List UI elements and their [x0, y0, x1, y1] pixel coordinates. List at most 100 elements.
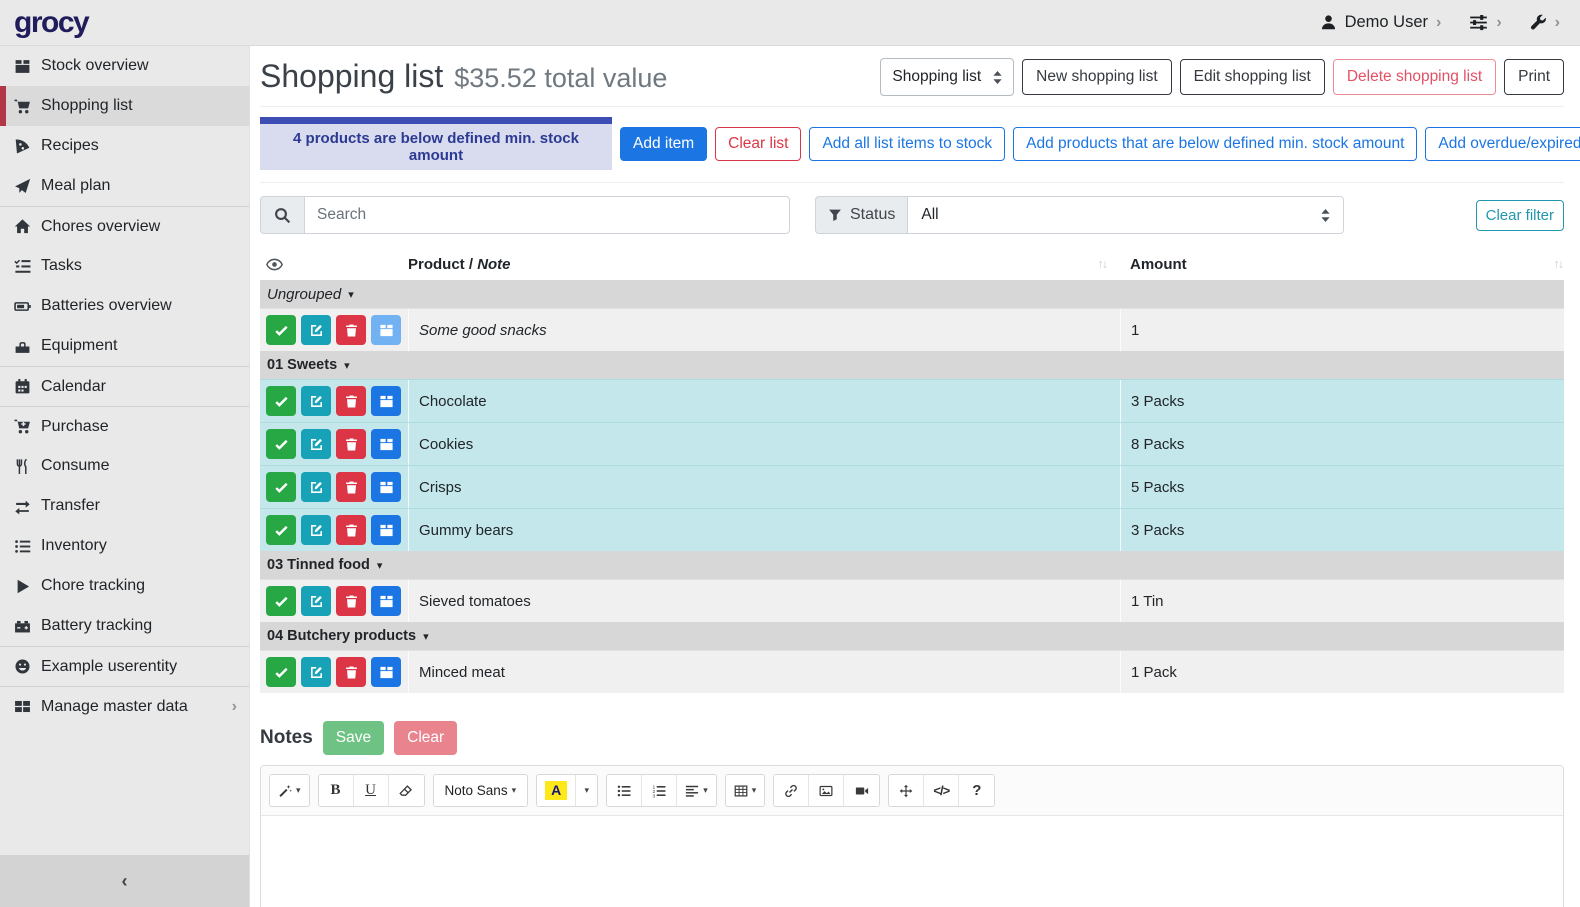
- delete-item-button[interactable]: [336, 472, 366, 502]
- add-below-min-stock-button[interactable]: Add products that are below defined min.…: [1013, 127, 1417, 161]
- sidebar-item-purchase[interactable]: Purchase: [0, 406, 249, 446]
- bold-button[interactable]: B: [319, 775, 354, 806]
- delete-item-button[interactable]: [336, 386, 366, 416]
- mark-done-button[interactable]: [266, 657, 296, 687]
- edit-item-button[interactable]: [301, 586, 331, 616]
- sidebar-item-label: Transfer: [41, 497, 100, 515]
- add-overdue-expired-button[interactable]: Add overdue/expired products: [1425, 127, 1580, 161]
- group-header-butchery-products[interactable]: 04 Butchery products ▾: [260, 622, 1564, 650]
- add-to-stock-button[interactable]: [371, 386, 401, 416]
- color-dropdown-button[interactable]: ▾: [576, 775, 597, 806]
- ordered-list-button[interactable]: [642, 775, 677, 806]
- sidebar-item-tasks[interactable]: Tasks: [0, 246, 249, 286]
- sidebar-collapse-button[interactable]: ‹: [0, 855, 249, 907]
- sidebar-item-battery-tracking[interactable]: Battery tracking: [0, 606, 249, 646]
- add-to-stock-button[interactable]: [371, 515, 401, 545]
- visibility-column-header[interactable]: [260, 256, 408, 273]
- sidebar-item-transfer[interactable]: Transfer: [0, 486, 249, 526]
- sidebar-item-chore-tracking[interactable]: Chore tracking: [0, 566, 249, 606]
- mark-done-button[interactable]: [266, 315, 296, 345]
- edit-shopping-list-button[interactable]: Edit shopping list: [1180, 59, 1325, 95]
- edit-item-button[interactable]: [301, 657, 331, 687]
- shopping-list-selector[interactable]: Shopping list: [880, 58, 1014, 96]
- delete-item-button[interactable]: [336, 586, 366, 616]
- caret-down-icon: ▾: [377, 559, 383, 572]
- mark-done-button[interactable]: [266, 586, 296, 616]
- search-icon-box: [260, 196, 304, 234]
- trash-icon: [344, 323, 359, 338]
- add-all-to-stock-button[interactable]: Add all list items to stock: [809, 127, 1005, 161]
- mark-done-button[interactable]: [266, 515, 296, 545]
- admin-menu[interactable]: ›: [1530, 14, 1560, 31]
- sidebar-item-chores-overview[interactable]: Chores overview: [0, 206, 249, 246]
- edit-icon: [309, 323, 324, 338]
- sidebar-item-shopping-list[interactable]: Shopping list: [0, 86, 249, 126]
- new-shopping-list-button[interactable]: New shopping list: [1022, 59, 1171, 95]
- sidebar-item-inventory[interactable]: Inventory: [0, 526, 249, 566]
- add-to-stock-button[interactable]: [371, 586, 401, 616]
- notes-editing-area[interactable]: [261, 816, 1563, 907]
- delete-item-button[interactable]: [336, 515, 366, 545]
- delete-item-button[interactable]: [336, 315, 366, 345]
- sidebar-item-batteries-overview[interactable]: Batteries overview: [0, 286, 249, 326]
- sidebar-item-consume[interactable]: Consume: [0, 446, 249, 486]
- delete-item-button[interactable]: [336, 657, 366, 687]
- notes-save-button[interactable]: Save: [323, 721, 384, 755]
- sidebar-item-equipment[interactable]: Equipment: [0, 326, 249, 366]
- add-to-stock-button[interactable]: [371, 315, 401, 345]
- mark-done-button[interactable]: [266, 429, 296, 459]
- chevron-right-icon: ›: [1496, 15, 1501, 31]
- user-menu[interactable]: Demo User ›: [1320, 13, 1442, 32]
- amount-value: 1 Tin: [1131, 593, 1164, 610]
- group-header-sweets[interactable]: 01 Sweets ▾: [260, 351, 1564, 379]
- product-column-header[interactable]: Product / Note ↑↓: [408, 256, 1120, 273]
- sidebar-item-calendar[interactable]: Calendar: [0, 366, 249, 406]
- edit-item-button[interactable]: [301, 386, 331, 416]
- help-button[interactable]: ?: [959, 775, 994, 806]
- actions-row: 4 products are below defined min. stock …: [260, 117, 1564, 170]
- mark-done-button[interactable]: [266, 472, 296, 502]
- min-stock-notice[interactable]: 4 products are below defined min. stock …: [260, 117, 612, 170]
- clear-filter-button[interactable]: Clear filter: [1476, 200, 1564, 231]
- code-view-button[interactable]: </>: [924, 775, 959, 806]
- sidebar-item-meal-plan[interactable]: Meal plan: [0, 166, 249, 206]
- delete-shopping-list-button[interactable]: Delete shopping list: [1333, 59, 1496, 95]
- edit-item-button[interactable]: [301, 515, 331, 545]
- magic-style-button[interactable]: ▾: [270, 775, 309, 806]
- search-input[interactable]: [304, 196, 790, 234]
- underline-button[interactable]: U: [354, 775, 389, 806]
- sort-icon[interactable]: ↑↓: [1098, 257, 1107, 271]
- text-color-button[interactable]: A: [537, 775, 576, 806]
- add-to-stock-button[interactable]: [371, 657, 401, 687]
- clear-formatting-button[interactable]: [389, 775, 424, 806]
- edit-item-button[interactable]: [301, 429, 331, 459]
- add-to-stock-button[interactable]: [371, 472, 401, 502]
- add-to-stock-button[interactable]: [371, 429, 401, 459]
- insert-link-button[interactable]: [774, 775, 809, 806]
- group-header-ungrouped[interactable]: Ungrouped ▾: [260, 280, 1564, 308]
- fullscreen-button[interactable]: [889, 775, 924, 806]
- insert-video-button[interactable]: [844, 775, 879, 806]
- delete-item-button[interactable]: [336, 429, 366, 459]
- amount-column-header[interactable]: Amount ↑↓: [1120, 256, 1564, 273]
- paragraph-align-button[interactable]: ▾: [677, 775, 716, 806]
- sidebar-item-recipes[interactable]: Recipes: [0, 126, 249, 166]
- print-button[interactable]: Print: [1504, 59, 1564, 95]
- font-family-dropdown[interactable]: Noto Sans ▾: [434, 775, 528, 806]
- insert-image-button[interactable]: [809, 775, 844, 806]
- edit-item-button[interactable]: [301, 472, 331, 502]
- notes-clear-button[interactable]: Clear: [394, 721, 457, 755]
- mark-done-button[interactable]: [266, 386, 296, 416]
- insert-table-button[interactable]: ▾: [726, 775, 765, 806]
- sidebar-item-manage-master-data[interactable]: Manage master data ›: [0, 686, 249, 726]
- sort-icon[interactable]: ↑↓: [1554, 257, 1563, 271]
- group-header-tinned-food[interactable]: 03 Tinned food ▾: [260, 551, 1564, 579]
- unordered-list-button[interactable]: [607, 775, 642, 806]
- add-item-button[interactable]: Add item: [620, 127, 707, 161]
- sidebar-item-example-userentity[interactable]: Example userentity: [0, 646, 249, 686]
- clear-list-button[interactable]: Clear list: [715, 127, 801, 161]
- edit-item-button[interactable]: [301, 315, 331, 345]
- settings-menu[interactable]: ›: [1469, 13, 1501, 32]
- status-filter-select[interactable]: All: [907, 196, 1344, 234]
- sidebar-item-stock-overview[interactable]: Stock overview: [0, 46, 249, 86]
